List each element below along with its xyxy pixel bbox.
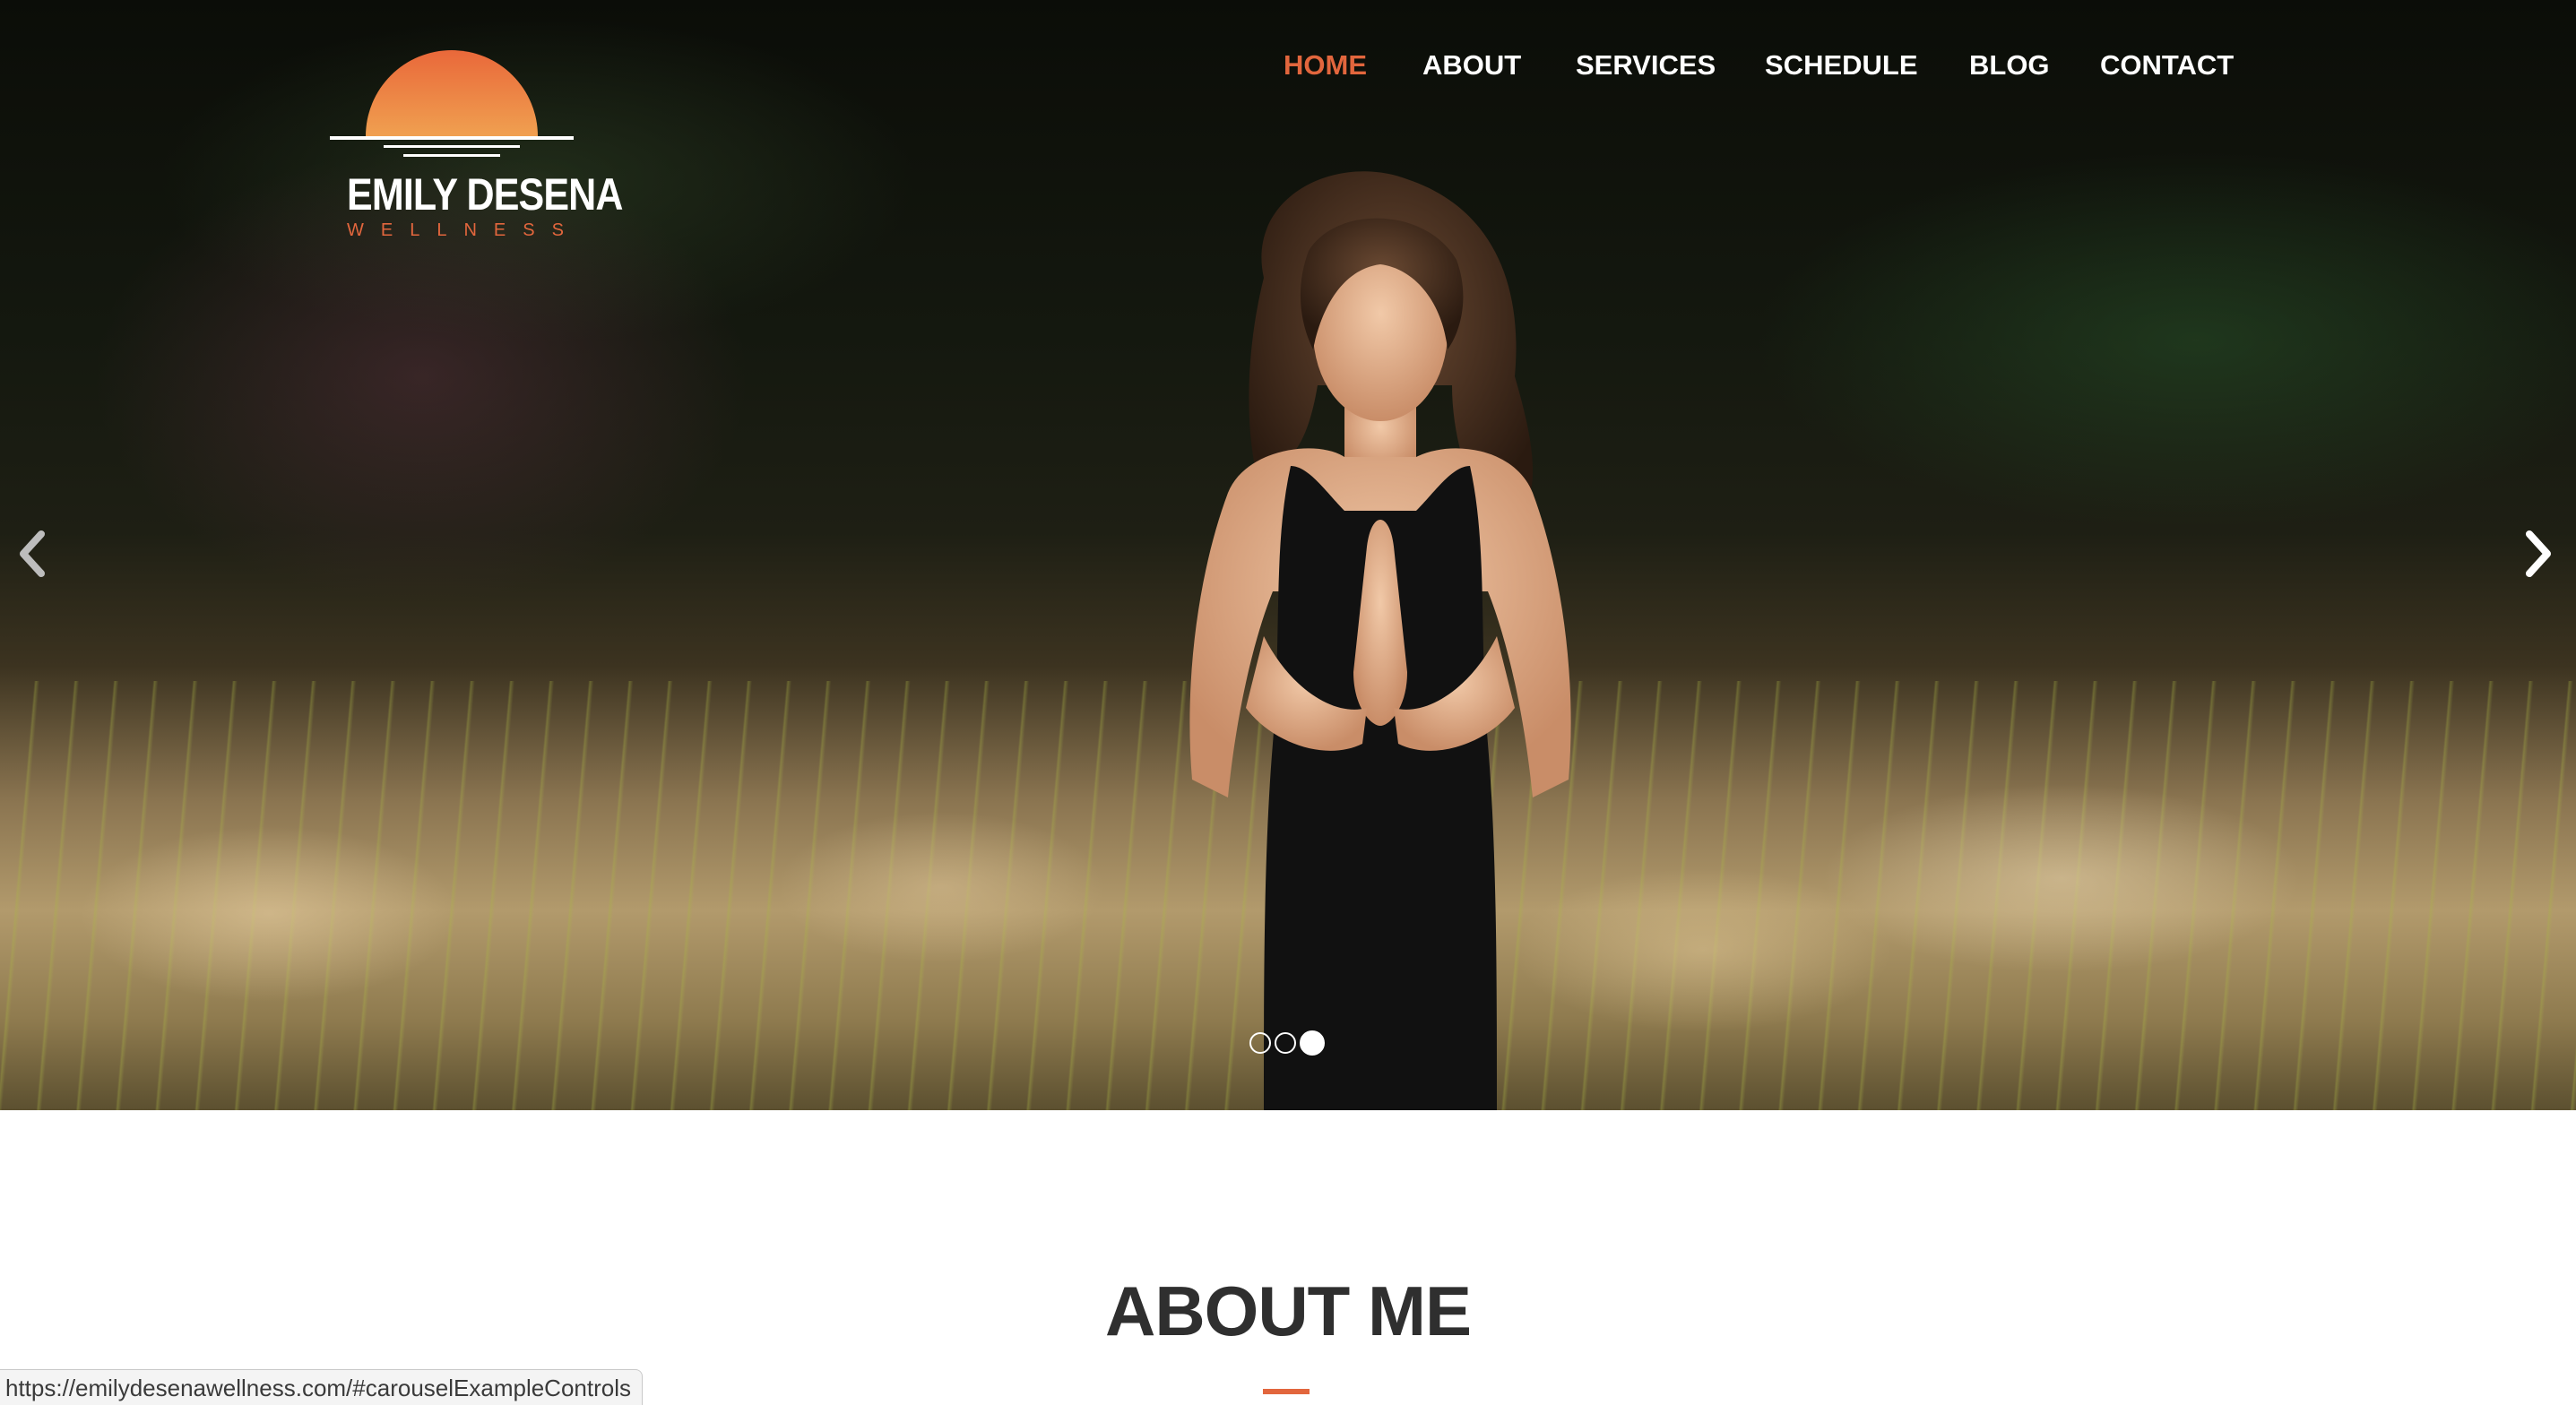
- chevron-left-icon: [20, 530, 45, 577]
- carousel-prev-button[interactable]: [14, 529, 54, 579]
- nav-contact[interactable]: CONTACT: [2100, 49, 2234, 82]
- carousel-indicator-3[interactable]: [1300, 1030, 1325, 1056]
- carousel-indicator-1[interactable]: [1249, 1032, 1271, 1054]
- nav-about[interactable]: ABOUT: [1422, 49, 1521, 82]
- chevron-right-icon: [2526, 530, 2551, 577]
- nav-services[interactable]: SERVICES: [1576, 49, 1716, 82]
- nav-home[interactable]: HOME: [1284, 49, 1367, 82]
- brand-name[interactable]: EMILY DESENA: [347, 168, 623, 220]
- hero-photo-subject: [1189, 171, 1571, 1110]
- about-heading: ABOUT ME: [1105, 1271, 1472, 1350]
- carousel-next-button[interactable]: [2517, 529, 2556, 579]
- about-heading-underline: [1263, 1389, 1310, 1394]
- nav-schedule[interactable]: SCHEDULE: [1765, 49, 1918, 82]
- carousel-indicators: [1249, 1030, 1325, 1056]
- hero-carousel: EMILY DESENA WELLNESS HOME ABOUT SERVICE…: [0, 0, 2576, 1110]
- brand-tagline: WELLNESS: [347, 220, 581, 240]
- status-bar-url: https://emilydesenawellness.com/#carouse…: [0, 1369, 643, 1405]
- carousel-indicator-2[interactable]: [1275, 1032, 1296, 1054]
- nav-blog[interactable]: BLOG: [1969, 49, 2050, 82]
